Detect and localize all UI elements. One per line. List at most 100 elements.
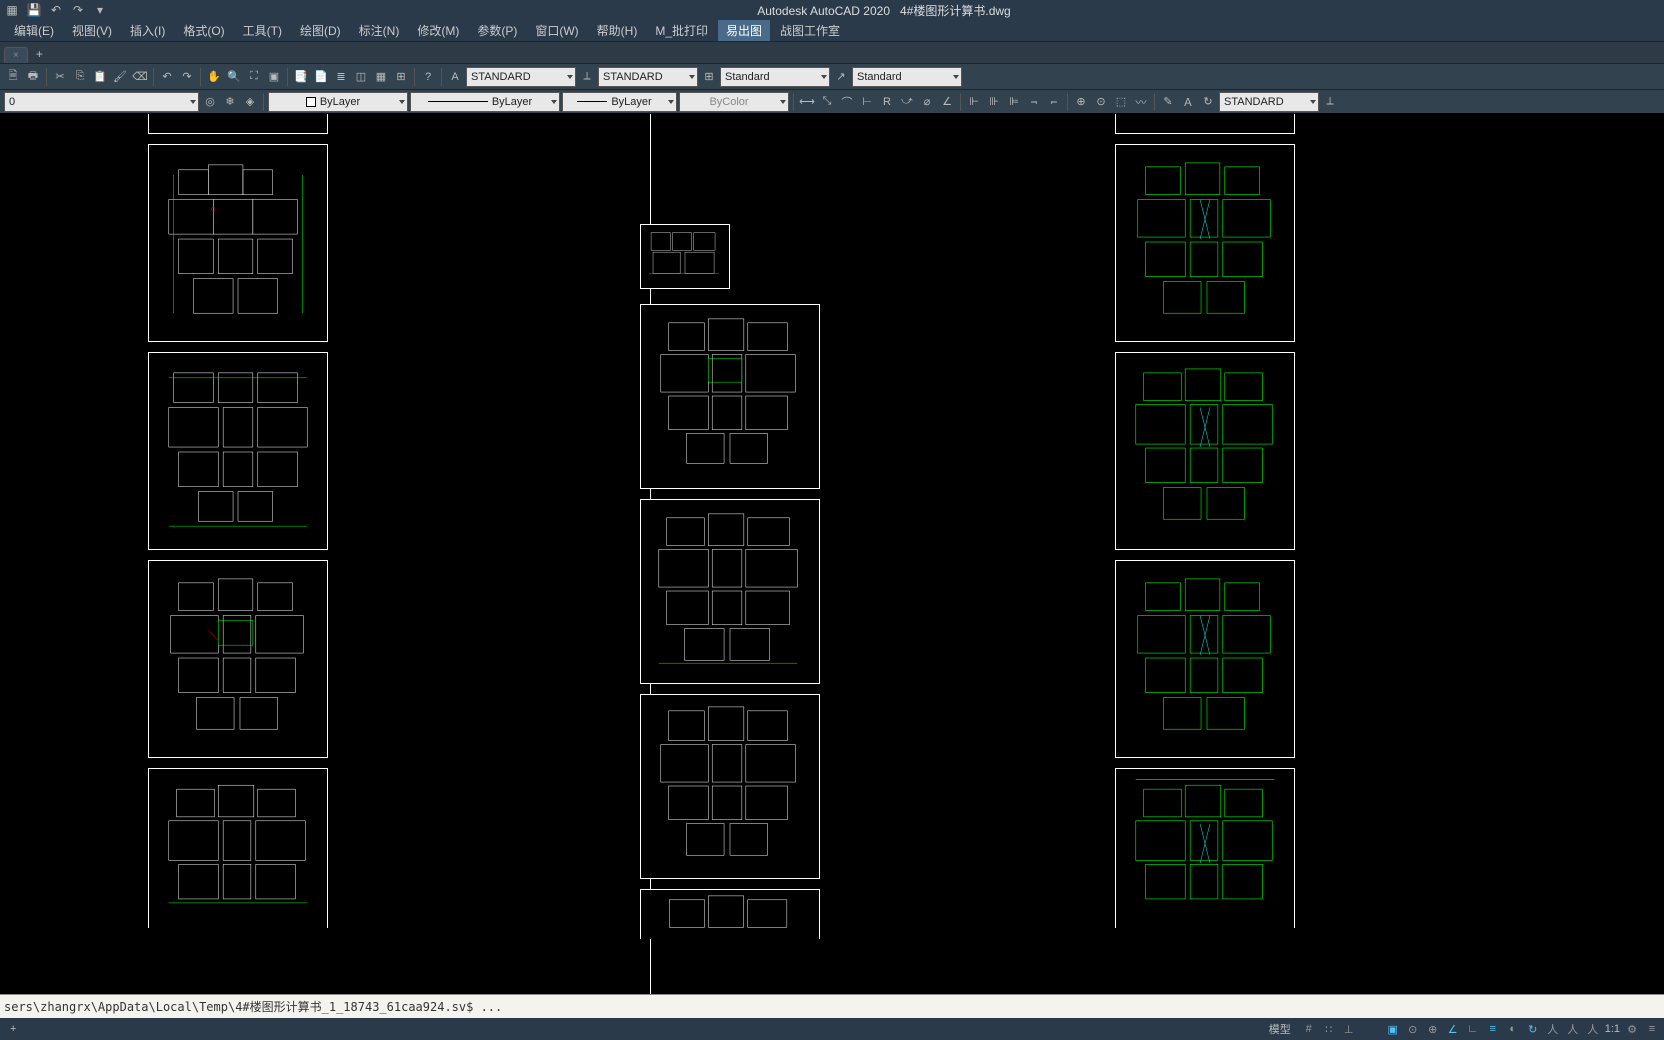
tool-palette-icon[interactable]: ▦ <box>372 68 390 86</box>
app-menu-icon[interactable]: ▦ <box>4 2 20 18</box>
text-style-dropdown[interactable]: STANDARD <box>466 67 576 87</box>
menu-modify[interactable]: 修改(M) <box>409 20 467 41</box>
menu-insert[interactable]: 插入(I) <box>122 20 173 41</box>
menu-view[interactable]: 视图(V) <box>64 20 120 41</box>
layer-isolate-icon[interactable]: ◈ <box>241 93 259 111</box>
grid-icon[interactable]: # <box>1301 1021 1317 1037</box>
cut-icon[interactable]: ✂ <box>51 68 69 86</box>
layers-icon[interactable]: ≣ <box>332 68 350 86</box>
drawing-canvas[interactable] <box>0 114 1664 994</box>
menu-batch-print[interactable]: M_批打印 <box>647 20 716 41</box>
dim-aligned-icon[interactable]: ⤡ <box>818 93 836 111</box>
transparency-icon[interactable]: ◐ <box>1505 1021 1521 1037</box>
command-line[interactable]: sers\zhangrx\AppData\Local\Temp\4#楼图形计算书… <box>0 994 1664 1018</box>
color-dropdown[interactable]: ByLayer <box>268 92 408 112</box>
help-icon[interactable]: ? <box>419 68 437 86</box>
model-tab[interactable]: 模型 <box>1263 1019 1297 1039</box>
copy-icon[interactable]: ⎘ <box>71 68 89 86</box>
menu-window[interactable]: 窗口(W) <box>527 20 586 41</box>
menu-edit[interactable]: 编辑(E) <box>6 20 62 41</box>
menu-help[interactable]: 帮助(H) <box>589 20 646 41</box>
close-tab-icon[interactable]: × <box>13 50 19 61</box>
undo-icon[interactable]: ↶ <box>158 68 176 86</box>
otrack-icon[interactable]: ∟ <box>1465 1021 1481 1037</box>
zoom-realtime-icon[interactable]: 🔍 <box>225 68 243 86</box>
paste-icon[interactable]: 📋 <box>91 68 109 86</box>
menu-draw[interactable]: 绘图(D) <box>292 20 349 41</box>
dim-angular-icon[interactable]: ∠ <box>938 93 956 111</box>
tolerance-icon[interactable]: ⊕ <box>1072 93 1090 111</box>
model-icon[interactable]: ▣ <box>1385 1021 1401 1037</box>
layer-freeze-icon[interactable]: ❄ <box>221 93 239 111</box>
inspect-icon[interactable]: ⬚ <box>1112 93 1130 111</box>
menu-easy-plot[interactable]: 易出图 <box>718 20 770 41</box>
menu-tools[interactable]: 工具(T) <box>235 20 290 41</box>
redo-icon[interactable]: ↷ <box>70 2 86 18</box>
scale-display[interactable]: 1:1 <box>1605 1023 1620 1035</box>
anno-scale-icon[interactable]: 人 <box>1585 1021 1601 1037</box>
design-center-icon[interactable]: ⊞ <box>392 68 410 86</box>
dim-break-icon[interactable]: ⫭ <box>1045 93 1063 111</box>
new-tab-button[interactable]: + <box>28 45 51 63</box>
dim-continue-icon[interactable]: ⊫ <box>1005 93 1023 111</box>
lineweight-dropdown[interactable]: ByLayer <box>562 92 677 112</box>
menu-format[interactable]: 格式(O) <box>175 20 232 41</box>
print-icon[interactable]: 🖶 <box>24 68 42 86</box>
ortho-icon[interactable]: ⊥ <box>1341 1021 1357 1037</box>
table-style-dropdown[interactable]: Standard <box>720 67 830 87</box>
dim-update-icon[interactable]: ↻ <box>1199 93 1217 111</box>
customize-icon[interactable]: ≡ <box>1644 1021 1660 1037</box>
dim-baseline-icon[interactable]: ⊪ <box>985 93 1003 111</box>
mleader-style-dropdown[interactable]: Standard <box>852 67 962 87</box>
polar-icon[interactable]: ∠ <box>1445 1021 1461 1037</box>
mleader-style-icon[interactable]: ↗ <box>832 68 850 86</box>
center-mark-icon[interactable]: ⊙ <box>1092 93 1110 111</box>
dim-text-edit-icon[interactable]: Ａ <box>1179 93 1197 111</box>
dim-arc-icon[interactable]: ⌒ <box>838 93 856 111</box>
dim-style-icon[interactable]: ⟂ <box>578 68 596 86</box>
zoom-window-icon[interactable]: ⛶ <box>245 68 263 86</box>
dim-ordinate-icon[interactable]: ⊢ <box>858 93 876 111</box>
document-tab[interactable]: × <box>4 47 28 63</box>
dim-override-icon[interactable]: ⟂ <box>1321 93 1339 111</box>
osnap-icon[interactable]: ⊙ <box>1405 1021 1421 1037</box>
redo-icon[interactable]: ↷ <box>178 68 196 86</box>
menu-parametric[interactable]: 参数(P) <box>469 20 525 41</box>
props-icon[interactable]: 📑 <box>292 68 310 86</box>
block-icon[interactable]: ◫ <box>352 68 370 86</box>
dim-radius-icon[interactable]: R <box>878 93 896 111</box>
dim-edit-icon[interactable]: ✎ <box>1159 93 1177 111</box>
save-icon[interactable]: 💾 <box>26 2 42 18</box>
dim-style-dropdown[interactable]: STANDARD <box>598 67 698 87</box>
menu-dimension[interactable]: 标注(N) <box>351 20 408 41</box>
dim-quick-icon[interactable]: ⊩ <box>965 93 983 111</box>
dim-diameter-icon[interactable]: ⌀ <box>918 93 936 111</box>
dim-linear-icon[interactable]: ⟷ <box>798 93 816 111</box>
sheet-icon[interactable]: 📄 <box>312 68 330 86</box>
jog-linear-icon[interactable]: 〰 <box>1132 93 1150 111</box>
layout-plus-button[interactable]: + <box>4 1021 22 1037</box>
linetype-dropdown[interactable]: ByLayer <box>410 92 560 112</box>
layer-dropdown[interactable]: 0 <box>4 92 199 112</box>
lwt-icon[interactable]: ≡ <box>1485 1021 1501 1037</box>
new-icon[interactable]: 🗎 <box>4 68 22 86</box>
menu-studio[interactable]: 战图工作室 <box>772 20 848 41</box>
zoom-extents-icon[interactable]: ▣ <box>265 68 283 86</box>
match-icon[interactable]: 🖌 <box>111 68 129 86</box>
undo-icon[interactable]: ↶ <box>48 2 64 18</box>
qat-more-icon[interactable]: ▾ <box>92 2 108 18</box>
layer-off-icon[interactable]: ◎ <box>201 93 219 111</box>
dim-jogged-icon[interactable]: ⤻ <box>898 93 916 111</box>
pan-icon[interactable]: ✋ <box>205 68 223 86</box>
dim-space-icon[interactable]: ⫬ <box>1025 93 1043 111</box>
table-style-icon[interactable]: ⊞ <box>700 68 718 86</box>
dyn-icon[interactable]: ⊕ <box>1425 1021 1441 1037</box>
anno-auto-icon[interactable]: 人 <box>1565 1021 1581 1037</box>
cycle-icon[interactable]: ↻ <box>1525 1021 1541 1037</box>
snap-icon[interactable]: ∷ <box>1321 1021 1337 1037</box>
clean-icon[interactable]: ⌫ <box>131 68 149 86</box>
annotation-icon[interactable]: 人 <box>1545 1021 1561 1037</box>
dim-style-dropdown-2[interactable]: STANDARD <box>1219 92 1319 112</box>
gear-icon[interactable]: ⚙ <box>1624 1021 1640 1037</box>
text-style-icon[interactable]: A <box>446 68 464 86</box>
